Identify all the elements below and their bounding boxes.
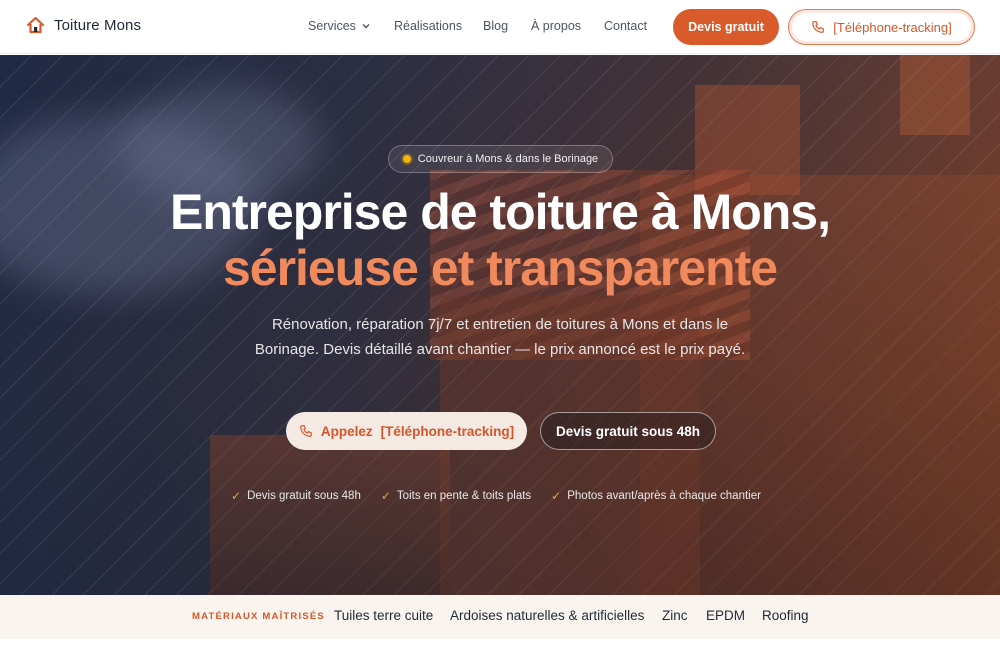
- location-badge-label: Couvreur à Mons & dans le Borinage: [417, 153, 599, 165]
- check-item: ✓ Photos avant/après à chaque chantier: [551, 489, 761, 503]
- phone-icon: [812, 21, 825, 33]
- nav-blog[interactable]: Blog: [483, 19, 508, 33]
- devis-48h-button[interactable]: Devis gratuit sous 48h: [540, 412, 716, 450]
- material-item: Tuiles terre cuite: [334, 608, 434, 623]
- status-dot-icon: [402, 155, 411, 163]
- call-button-phone: [Téléphone-tracking]: [380, 423, 515, 439]
- hero-checklist: ✓ Devis gratuit sous 48h ✓ Toits en pent…: [231, 489, 761, 503]
- phone-button[interactable]: [Téléphone-tracking]: [788, 9, 975, 45]
- checkmark-icon: ✓: [380, 489, 391, 503]
- nav-services-label: Services: [308, 19, 356, 33]
- call-button-prefix: Appelez: [320, 423, 373, 439]
- materials-label: MATÉRIAUX MAÎTRISÉS: [192, 611, 325, 622]
- devis-gratuit-button[interactable]: Devis gratuit: [673, 9, 779, 45]
- call-button[interactable]: Appelez [Téléphone-tracking]: [286, 412, 527, 450]
- check-item-label: Toits en pente & toits plats: [396, 490, 532, 502]
- phone-icon: [300, 425, 312, 437]
- location-badge: Couvreur à Mons & dans le Borinage: [388, 145, 613, 173]
- phone-button-label: [Téléphone-tracking]: [833, 19, 952, 35]
- brand-name: Toiture Mons: [54, 16, 142, 34]
- hero-title-line2: sérieuse et transparente: [222, 240, 778, 296]
- nav-a-propos[interactable]: À propos: [531, 19, 581, 33]
- check-item: ✓ Devis gratuit sous 48h: [231, 489, 361, 503]
- material-item: EPDM: [706, 608, 746, 623]
- chevron-down-icon: [362, 24, 370, 29]
- material-item: Zinc: [662, 608, 688, 623]
- check-item: ✓ Toits en pente & toits plats: [381, 489, 531, 503]
- hero-title-line1: Entreprise de toiture à Mons,: [169, 184, 831, 240]
- checkmark-icon: ✓: [231, 489, 242, 503]
- nav-services[interactable]: Services: [308, 19, 371, 33]
- hero-lead: Rénovation, réparation 7j/7 et entretien…: [254, 316, 746, 358]
- check-item-label: Devis gratuit sous 48h: [247, 490, 361, 502]
- hero-section: Couvreur à Mons & dans le Borinage Entre…: [0, 55, 1000, 595]
- material-item: Roofing: [762, 608, 809, 623]
- top-navbar: Toiture Mons Services Réalisations Blog …: [0, 0, 1000, 54]
- nav-contact[interactable]: Contact: [604, 19, 647, 33]
- brand-logo-link[interactable]: Toiture Mons: [26, 16, 141, 34]
- materials-strip: MATÉRIAUX MAÎTRISÉS Tuiles terre cuite A…: [0, 595, 1000, 639]
- checkmark-icon: ✓: [551, 489, 562, 503]
- material-item: Ardoises naturelles & artificielles: [450, 608, 645, 623]
- nav-realisations[interactable]: Réalisations: [394, 19, 462, 33]
- check-item-label: Photos avant/après à chaque chantier: [567, 490, 761, 502]
- house-icon: [26, 16, 45, 34]
